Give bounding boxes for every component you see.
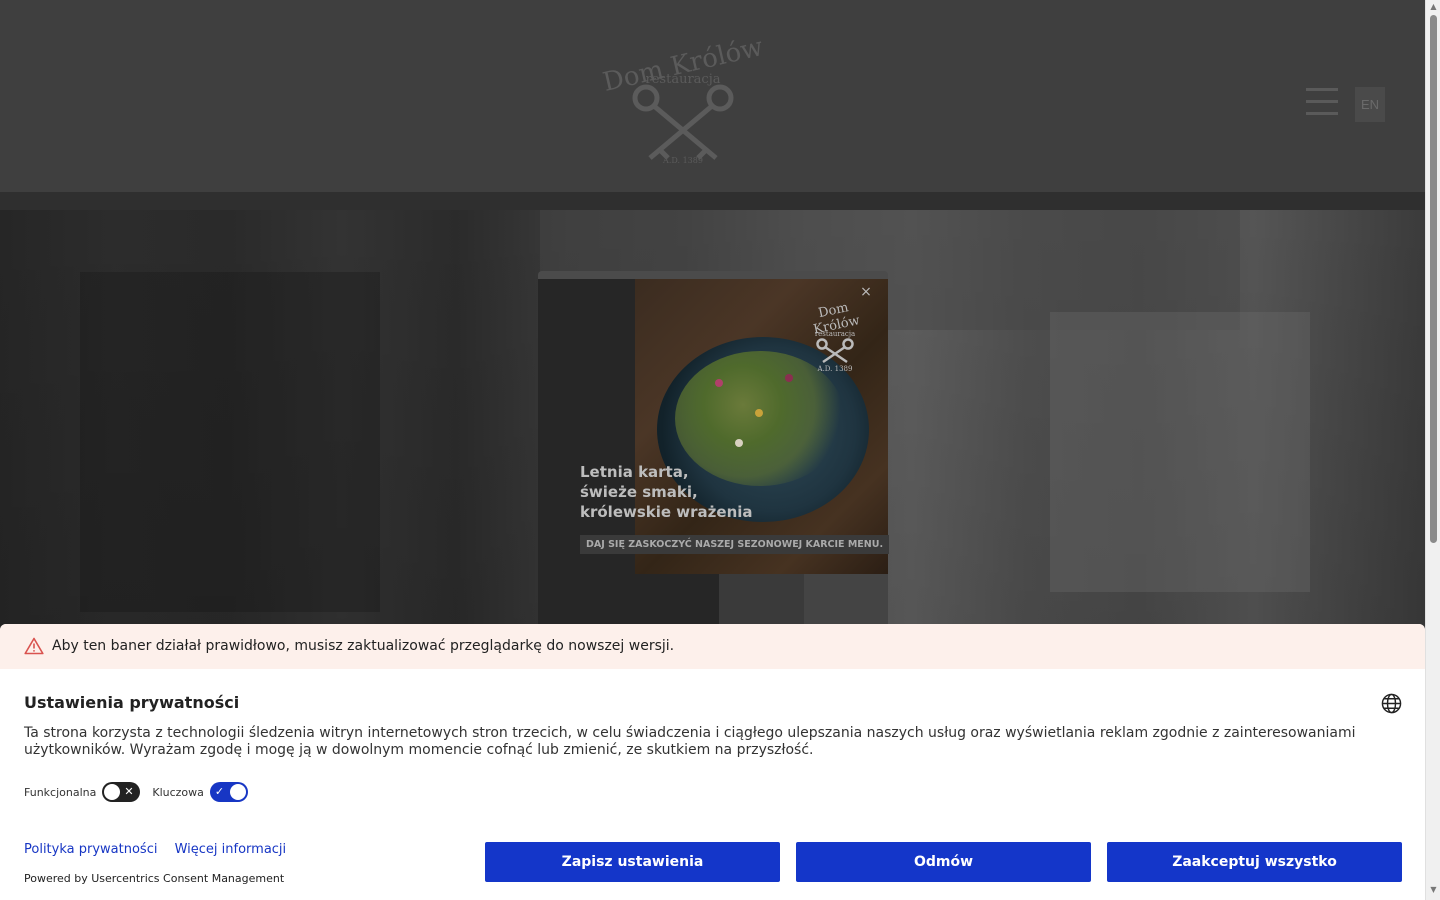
hero-image-detail (1050, 312, 1310, 592)
promo-logo: Dom Królów restauracja A.D. 1389 (795, 297, 875, 373)
toggle-knob (229, 784, 246, 800)
consent-toggles: Funkcjonalna ✕ Kluczowa ✓ (24, 782, 260, 802)
consent-title: Ustawienia prywatności (24, 693, 240, 712)
accept-all-button[interactable]: Zaakceptuj wszystko (1107, 842, 1402, 882)
consent-description: Ta strona korzysta z technologii śledzen… (24, 725, 1356, 758)
promo-headline: Letnia karta, świeże smaki, królewskie w… (580, 462, 820, 522)
salad-illustration (735, 439, 743, 447)
logo-year: A.D. 1389 (663, 156, 703, 165)
scroll-up-arrow-icon[interactable]: ▲ (1429, 3, 1438, 11)
toggle-knob (104, 784, 121, 800)
browser-warning: Aby ten baner działał prawidłowo, musisz… (0, 624, 1425, 669)
hamburger-menu-button[interactable] (1306, 88, 1338, 118)
privacy-policy-link[interactable]: Polityka prywatności (24, 842, 157, 857)
warning-text: Aby ten baner działał prawidłowo, musisz… (52, 638, 675, 654)
salad-illustration (715, 379, 723, 387)
hero-image-detail (80, 272, 380, 612)
promo-headline-line: świeże smaki, (580, 483, 698, 501)
page: Dom Królów restauracja A.D. 1389 EN Dom … (0, 0, 1440, 900)
salad-illustration (785, 374, 793, 382)
promo-popup: Dom Królów restauracja A.D. 1389 × Letni… (538, 271, 890, 639)
hamburger-icon-line (1306, 100, 1338, 103)
essential-toggle[interactable]: ✓ (209, 782, 248, 802)
hamburger-icon-line (1306, 88, 1338, 91)
site-header: Dom Królów restauracja A.D. 1389 EN (0, 0, 1425, 192)
more-info-link[interactable]: Więcej informacji (175, 842, 287, 857)
toggle-label-functional: Funkcjonalna (24, 785, 97, 799)
page-scrollbar[interactable]: ▲ ▼ (1425, 0, 1440, 900)
promo-logo-year: A.D. 1389 (817, 365, 853, 373)
x-icon: ✕ (124, 785, 134, 798)
toggle-label-essential: Kluczowa (152, 785, 204, 799)
scrollbar-thumb[interactable] (1430, 15, 1437, 543)
consent-banner: Aby ten baner działał prawidłowo, musisz… (0, 624, 1425, 900)
salad-illustration (755, 409, 763, 417)
crossed-keys-icon (632, 84, 734, 160)
promo-image[interactable]: Dom Królów restauracja A.D. 1389 × (635, 279, 888, 574)
functional-toggle[interactable]: ✕ (102, 782, 141, 802)
scroll-down-arrow-icon[interactable]: ▼ (1429, 886, 1438, 894)
promo-headline-line: Letnia karta, (580, 463, 689, 481)
hamburger-icon-line (1306, 112, 1338, 115)
warning-triangle-icon (24, 637, 44, 655)
globe-icon[interactable] (1381, 693, 1402, 714)
crossed-keys-icon (816, 338, 854, 364)
language-switch-button[interactable]: EN (1355, 87, 1385, 122)
consent-links: Polityka prywatności Więcej informacji (24, 842, 299, 857)
deny-button[interactable]: Odmów (796, 842, 1091, 882)
restaurant-logo[interactable]: Dom Królów restauracja A.D. 1389 (598, 32, 768, 170)
close-icon[interactable]: × (859, 285, 873, 299)
powered-by-text: Powered by Usercentrics Consent Manageme… (24, 872, 285, 885)
save-settings-button[interactable]: Zapisz ustawienia (485, 842, 780, 882)
promo-subline: DAJ SIĘ ZASKOCZYĆ NASZEJ SEZONOWEJ KARCI… (580, 535, 890, 554)
checkmark-icon: ✓ (214, 785, 225, 798)
promo-headline-line: królewskie wrażenia (580, 503, 753, 521)
